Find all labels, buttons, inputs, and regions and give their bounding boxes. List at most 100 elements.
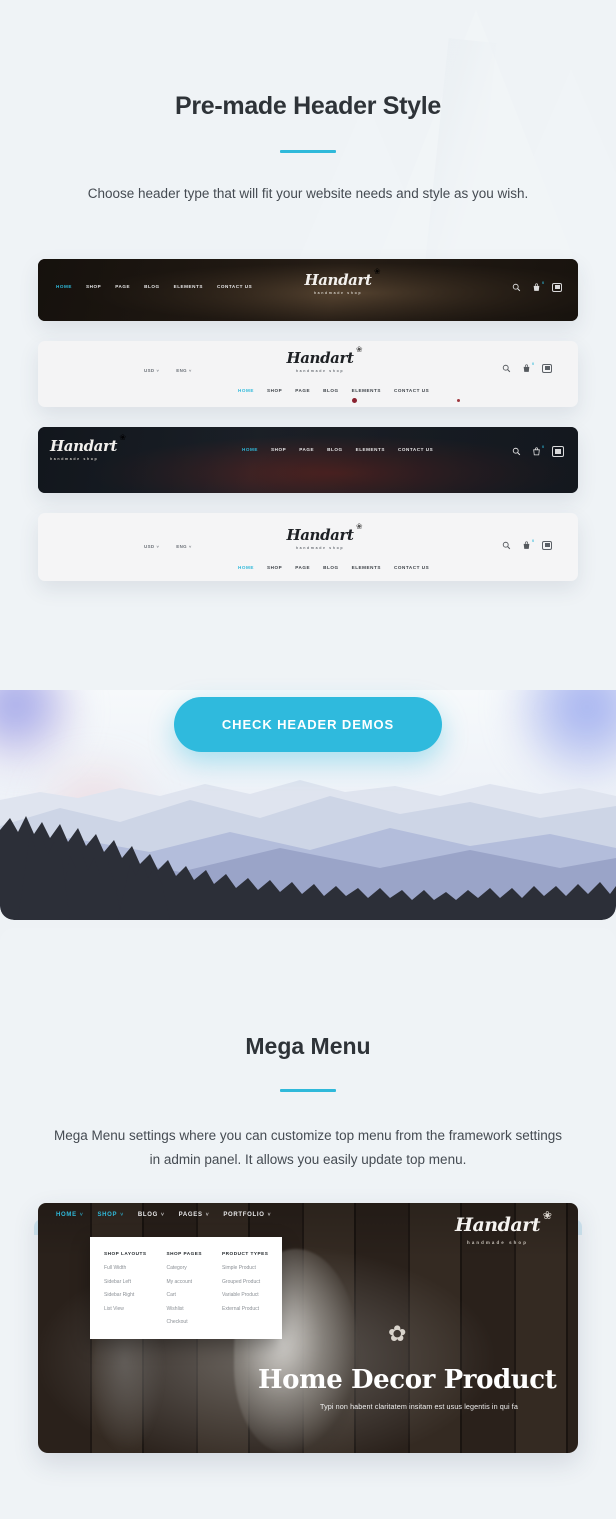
search-icon[interactable] [512, 447, 521, 456]
mockup1-nav-page[interactable]: PAGE [115, 284, 130, 289]
header-mockups-list: HOME SHOP PAGE BLOG ELEMENTS CONTACT US … [0, 258, 616, 581]
mockup2-logo[interactable]: Handart ❀ handmade shop [260, 345, 380, 374]
mockup2-nav-page[interactable]: PAGE [295, 388, 310, 393]
chevron-down-icon: ˅ [156, 367, 160, 373]
mockup1-nav-contact[interactable]: CONTACT US [217, 284, 252, 289]
mockup3-nav-shop[interactable]: SHOP [271, 447, 286, 452]
hamburger-menu-icon[interactable] [552, 282, 562, 292]
mockup4-nav-page[interactable]: PAGE [295, 565, 310, 570]
mockup4-nav-home[interactable]: HOME [238, 565, 254, 570]
hero-content: ✿ Home Decor Product Typi non habent cla… [258, 1321, 568, 1412]
dropdown-item-cart[interactable]: Cart [166, 1292, 202, 1298]
mockup1-nav-shop[interactable]: SHOP [86, 284, 101, 289]
mockup2-nav-blog[interactable]: BLOG [323, 388, 338, 393]
mockup3-nav-elements[interactable]: ELEMENTS [356, 447, 385, 452]
cart-icon[interactable]: 0 [522, 539, 534, 550]
brand-tagline: handmade shop [313, 290, 363, 295]
mockup2-icons[interactable]: 0 [502, 361, 552, 373]
hero-text: Typi non habent claritatem insitam est u… [320, 1402, 518, 1412]
language-selector[interactable]: ENG ˅ [176, 368, 191, 373]
search-icon[interactable] [512, 283, 521, 292]
mockup1-logo[interactable]: Handart ❀ handmade shop [278, 267, 398, 296]
mega-menu-nav[interactable]: HOME ˅ SHOP ˅ BLOG ˅ PAGES ˅ PORTFOLIO ˅ [56, 1212, 271, 1218]
language-selector[interactable]: ENG ˅ [176, 544, 191, 549]
mockup1-nav-blog[interactable]: BLOG [144, 284, 159, 289]
dropdown-item-variable-product[interactable]: Variable Product [222, 1292, 268, 1298]
mockup4-nav[interactable]: HOME SHOP PAGE BLOG ELEMENTS CONTACT US [238, 565, 429, 570]
mockup4-nav-contact[interactable]: CONTACT US [394, 565, 429, 570]
dropdown-item-category[interactable]: Category [166, 1265, 202, 1271]
header-mockup-dark-left-logo[interactable]: Handart ❀ handmade shop HOME SHOP PAGE B… [38, 426, 578, 493]
dropdown-column-shop-layouts: SHOP LAYOUTS Full Width Sidebar Left Sid… [104, 1251, 146, 1333]
mega-menu-logo[interactable]: Handart ❀ handmade shop [455, 1210, 552, 1246]
mockup2-nav-contact[interactable]: CONTACT US [394, 388, 429, 393]
brand-tagline: handmade shop [467, 1240, 528, 1246]
header-mockup-dark-centered[interactable]: HOME SHOP PAGE BLOG ELEMENTS CONTACT US … [38, 258, 578, 321]
cart-badge: 0 [532, 361, 534, 366]
cart-badge: 0 [542, 280, 544, 285]
header-mockup-light-stacked-alt[interactable]: USD ˅ ENG ˅ Handart ❀ handmade shop 0 HO… [38, 512, 578, 581]
header-mockup-light-stacked[interactable]: USD ˅ ENG ˅ Handart ❀ handmade shop 0 HO… [38, 340, 578, 407]
mega-nav-pages[interactable]: PAGES ˅ [179, 1212, 210, 1218]
cart-icon[interactable]: 0 [532, 280, 544, 292]
mockup1-nav[interactable]: HOME SHOP PAGE BLOG ELEMENTS CONTACT US [56, 284, 252, 289]
dropdown-item-sidebar-left[interactable]: Sidebar Left [104, 1279, 146, 1285]
mockup1-nav-home[interactable]: HOME [56, 284, 72, 289]
mockup3-nav-contact[interactable]: CONTACT US [398, 447, 433, 452]
leaf-sprig-icon: ✿ [388, 1321, 407, 1347]
check-header-demos-button[interactable]: CHECK HEADER DEMOS [173, 696, 443, 752]
mega-menu-preview[interactable]: HOME ˅ SHOP ˅ BLOG ˅ PAGES ˅ PORTFOLIO ˅ Hand… [38, 1203, 578, 1454]
mockup3-nav-blog[interactable]: BLOG [327, 447, 342, 452]
mockup2-nav[interactable]: HOME SHOP PAGE BLOG ELEMENTS CONTACT US [238, 388, 429, 393]
dropdown-item-my-account[interactable]: My account [166, 1279, 202, 1285]
chevron-down-icon: ˅ [79, 1212, 84, 1219]
dropdown-item-checkout[interactable]: Checkout [166, 1319, 202, 1325]
mockup4-nav-elements[interactable]: ELEMENTS [352, 565, 381, 570]
mockup2-nav-home[interactable]: HOME [238, 388, 254, 393]
mockup1-icons[interactable]: 0 [512, 280, 562, 292]
brand-tagline: handmade shop [50, 456, 99, 461]
mockup3-nav[interactable]: HOME SHOP PAGE BLOG ELEMENTS CONTACT US [242, 447, 433, 452]
mega-nav-portfolio[interactable]: PORTFOLIO ˅ [223, 1212, 271, 1218]
mockup4-nav-shop[interactable]: SHOP [267, 565, 282, 570]
mockup3-nav-page[interactable]: PAGE [299, 447, 314, 452]
dropdown-item-list-view[interactable]: List View [104, 1306, 146, 1312]
currency-selector[interactable]: USD ˅ [144, 368, 159, 373]
dropdown-item-external-product[interactable]: External Product [222, 1306, 268, 1312]
mockup2-nav-elements[interactable]: ELEMENTS [352, 388, 381, 393]
dropdown-item-sidebar-right[interactable]: Sidebar Right [104, 1292, 146, 1298]
dropdown-item-wishlist[interactable]: Wishlist [166, 1306, 202, 1312]
shop-dropdown-panel[interactable]: SHOP LAYOUTS Full Width Sidebar Left Sid… [90, 1237, 282, 1340]
mega-menu-title: Mega Menu [245, 1033, 371, 1059]
mockup1-nav-elements[interactable]: ELEMENTS [174, 284, 203, 289]
floral-sprig-icon: ❀ [355, 521, 363, 531]
page-title: Pre-made Header Style [174, 92, 442, 120]
mockup3-logo[interactable]: Handart ❀ handmade shop [50, 433, 170, 462]
dropdown-item-full-width[interactable]: Full Width [104, 1265, 146, 1271]
dropdown-item-grouped-product[interactable]: Grouped Product [222, 1279, 268, 1285]
hero-title: Home Decor Product [258, 1365, 557, 1396]
hamburger-menu-icon[interactable] [542, 363, 552, 373]
cart-icon[interactable]: 0 [522, 361, 534, 373]
premade-header-style-section: Pre-made Header Style Choose header type… [0, 0, 616, 920]
mockup4-logo[interactable]: Handart ❀ handmade shop [260, 522, 380, 551]
dropdown-item-simple-product[interactable]: Simple Product [222, 1265, 268, 1271]
currency-selector[interactable]: USD ˅ [144, 544, 159, 549]
cart-icon[interactable]: 0 [532, 445, 544, 456]
search-icon[interactable] [502, 364, 511, 373]
mockup4-nav-blog[interactable]: BLOG [323, 565, 338, 570]
chevron-down-icon: ˅ [205, 1212, 210, 1219]
cta-container: CHECK HEADER DEMOS [0, 696, 616, 752]
mockup4-language-bar[interactable]: USD ˅ ENG ˅ [144, 544, 192, 549]
mega-nav-home[interactable]: HOME ˅ [56, 1212, 83, 1218]
hamburger-menu-icon[interactable] [542, 540, 552, 550]
hamburger-menu-icon[interactable] [552, 445, 564, 457]
mockup3-icons[interactable]: 0 [512, 445, 564, 457]
search-icon[interactable] [502, 541, 511, 550]
mega-nav-shop[interactable]: SHOP ˅ [97, 1212, 123, 1218]
mega-nav-blog[interactable]: BLOG ˅ [138, 1212, 165, 1218]
mockup4-icons[interactable]: 0 [502, 539, 552, 550]
mockup2-nav-shop[interactable]: SHOP [267, 388, 282, 393]
mockup3-nav-home[interactable]: HOME [242, 447, 258, 452]
mockup2-language-bar[interactable]: USD ˅ ENG ˅ [144, 368, 192, 373]
